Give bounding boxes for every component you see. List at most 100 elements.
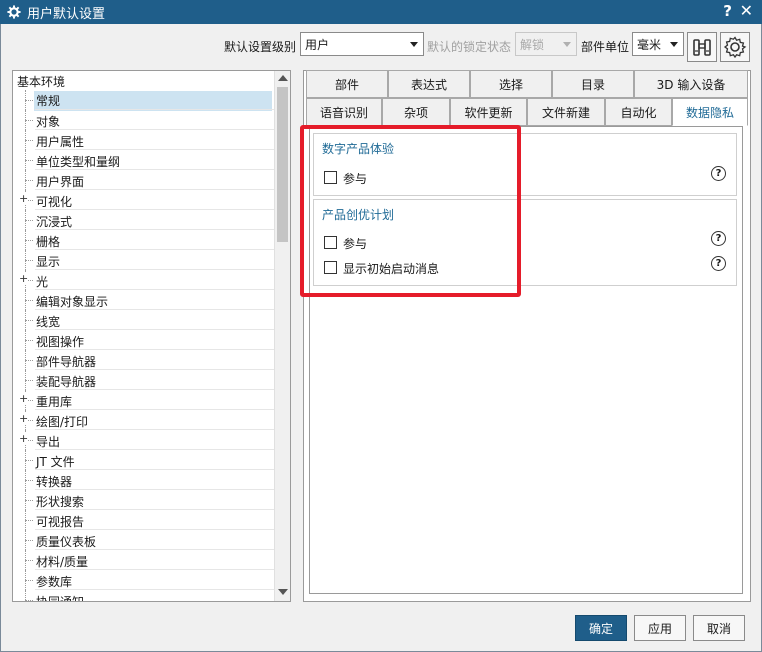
tree-item[interactable]: + 可视化 [13,190,275,210]
tree-item-label: 参数库 [36,575,73,589]
tree-item-label: 沉浸式 [36,215,73,229]
tree-guide-line [25,100,33,101]
tree-item-label: 可视化 [36,195,73,209]
tree-item[interactable]: 视图操作 [13,330,275,350]
tree-item-label: 对象 [36,115,61,129]
tab[interactable]: 数据隐私 [672,98,748,126]
tree-item-label: 绘图/打印 [36,415,89,429]
window-title: 用户默认设置 [27,6,106,22]
tree-item[interactable]: 用户界面 [13,170,275,190]
tree-guide-line [25,140,33,141]
tree-guide-line [25,260,33,261]
tree-item-label: 常规 [34,91,272,111]
tree-item[interactable]: 形状搜索 [13,490,275,510]
tab[interactable]: 自动化 [605,98,672,126]
tree-item-label: 栅格 [36,235,61,249]
cancel-button[interactable]: 取消 [693,615,745,641]
tree-guide-line [25,180,33,181]
tree-scrollbar[interactable] [274,71,290,601]
chevron-down-icon [670,42,678,47]
apply-button[interactable]: 应用 [634,615,686,641]
ok-button[interactable]: 确定 [575,615,627,641]
tree-item[interactable]: 装配导航器 [13,370,275,390]
tree-item-label: 协同通知 [36,595,85,602]
tree-item[interactable]: 单位类型和量纲 [13,150,275,170]
tree-item-label: 单位类型和量纲 [36,155,121,169]
tab[interactable]: 选择 [470,70,552,98]
tree-guide-line [25,320,33,321]
tab[interactable]: 软件更新 [450,98,527,126]
default-level-value: 用户 [305,37,330,52]
tree-item[interactable]: 沉浸式 [13,210,275,230]
chevron-down-icon [563,42,571,47]
tree-item[interactable]: + 光 [13,270,275,290]
chevron-down-icon [410,42,418,47]
tree-item[interactable]: 转换器 [13,470,275,490]
tab[interactable]: 3D 输入设备 [634,70,748,98]
expand-plus-icon[interactable]: + [19,433,29,445]
tree-item[interactable]: 参数库 [13,570,275,590]
help-question-icon[interactable]: ? [711,166,726,181]
tree-root-basic-environment[interactable]: 基本环境 [17,73,65,90]
tree-guide-line [25,360,33,361]
tree-guide-line [25,520,33,521]
binoculars-icon [693,39,711,56]
help-question-icon[interactable]: ? [711,256,726,271]
tree-item[interactable]: + 导出 [13,430,275,450]
settings-tree[interactable]: 基本环境 常规对象 用户属性单位类型和量纲 用户界面 + 可视化沉浸式栅格显示 + 光编辑对… [12,70,291,602]
red-highlight-box [300,125,521,297]
tree-item[interactable]: 质量仪表板 [13,530,275,550]
expand-plus-icon[interactable]: + [19,413,29,425]
tree-item[interactable]: 编辑对象显示 [13,290,275,310]
tree-item-label: 质量仪表板 [36,535,97,549]
scroll-thumb[interactable] [277,87,288,242]
default-level-select[interactable]: 用户 [300,32,424,56]
tree-item[interactable]: 可视报告 [13,510,275,530]
tree-guide-line [25,380,33,381]
scroll-down-arrow-icon[interactable] [278,589,288,595]
tree-item[interactable]: 常规 [13,90,275,111]
tree-item[interactable]: + 重用库 [13,390,275,410]
expand-plus-icon[interactable]: + [19,273,29,285]
close-button[interactable]: ✕ [740,1,753,20]
tree-item-label: 装配导航器 [36,375,97,389]
tab[interactable]: 表达式 [388,70,470,98]
tree-item[interactable]: 协同通知 [13,590,275,602]
tree-guide-line [25,160,33,161]
tree-item[interactable]: 显示 [13,250,275,270]
tab[interactable]: 目录 [552,70,634,98]
lock-state-value: 解锁 [520,37,545,52]
tree-item-label: 显示 [36,255,61,269]
find-binoculars-button[interactable] [687,32,717,62]
tree-item-label: 重用库 [36,395,73,409]
tab[interactable]: 部件 [306,70,388,98]
tree-item[interactable]: 部件导航器 [13,350,275,370]
tab[interactable]: 语音识别 [306,98,382,126]
lock-state-select: 解锁 [515,32,577,56]
help-button[interactable]: ? [723,2,732,20]
scroll-up-arrow-icon[interactable] [278,75,288,81]
tab[interactable]: 杂项 [382,98,450,126]
tree-guide-line [25,340,33,341]
tree-item[interactable]: 材料/质量 [13,550,275,570]
expand-plus-icon[interactable]: + [19,393,29,405]
title-bar: 用户默认设置 ? ✕ [0,0,762,24]
tree-item[interactable]: 用户属性 [13,130,275,150]
tree-item-label: 材料/质量 [36,555,89,569]
tree-guide-line [25,560,33,561]
help-question-icon[interactable]: ? [711,231,726,246]
tree-item[interactable]: + 绘图/打印 [13,410,275,430]
tree-item[interactable]: 线宽 [13,310,275,330]
tree-guide-line [25,580,33,581]
tree-item[interactable]: JT 文件 [13,450,275,470]
tab[interactable]: 文件新建 [527,98,605,126]
tree-item[interactable]: 栅格 [13,230,275,250]
tree-item-label: 部件导航器 [36,355,97,369]
part-unit-select[interactable]: 毫米 [632,32,684,56]
tree-guide-line [25,220,33,221]
expand-plus-icon[interactable]: + [19,193,29,205]
tree-item[interactable]: 对象 [13,110,275,130]
tree-guide-line [25,600,33,601]
settings-button[interactable] [720,32,750,62]
tree-guide-line [25,540,33,541]
